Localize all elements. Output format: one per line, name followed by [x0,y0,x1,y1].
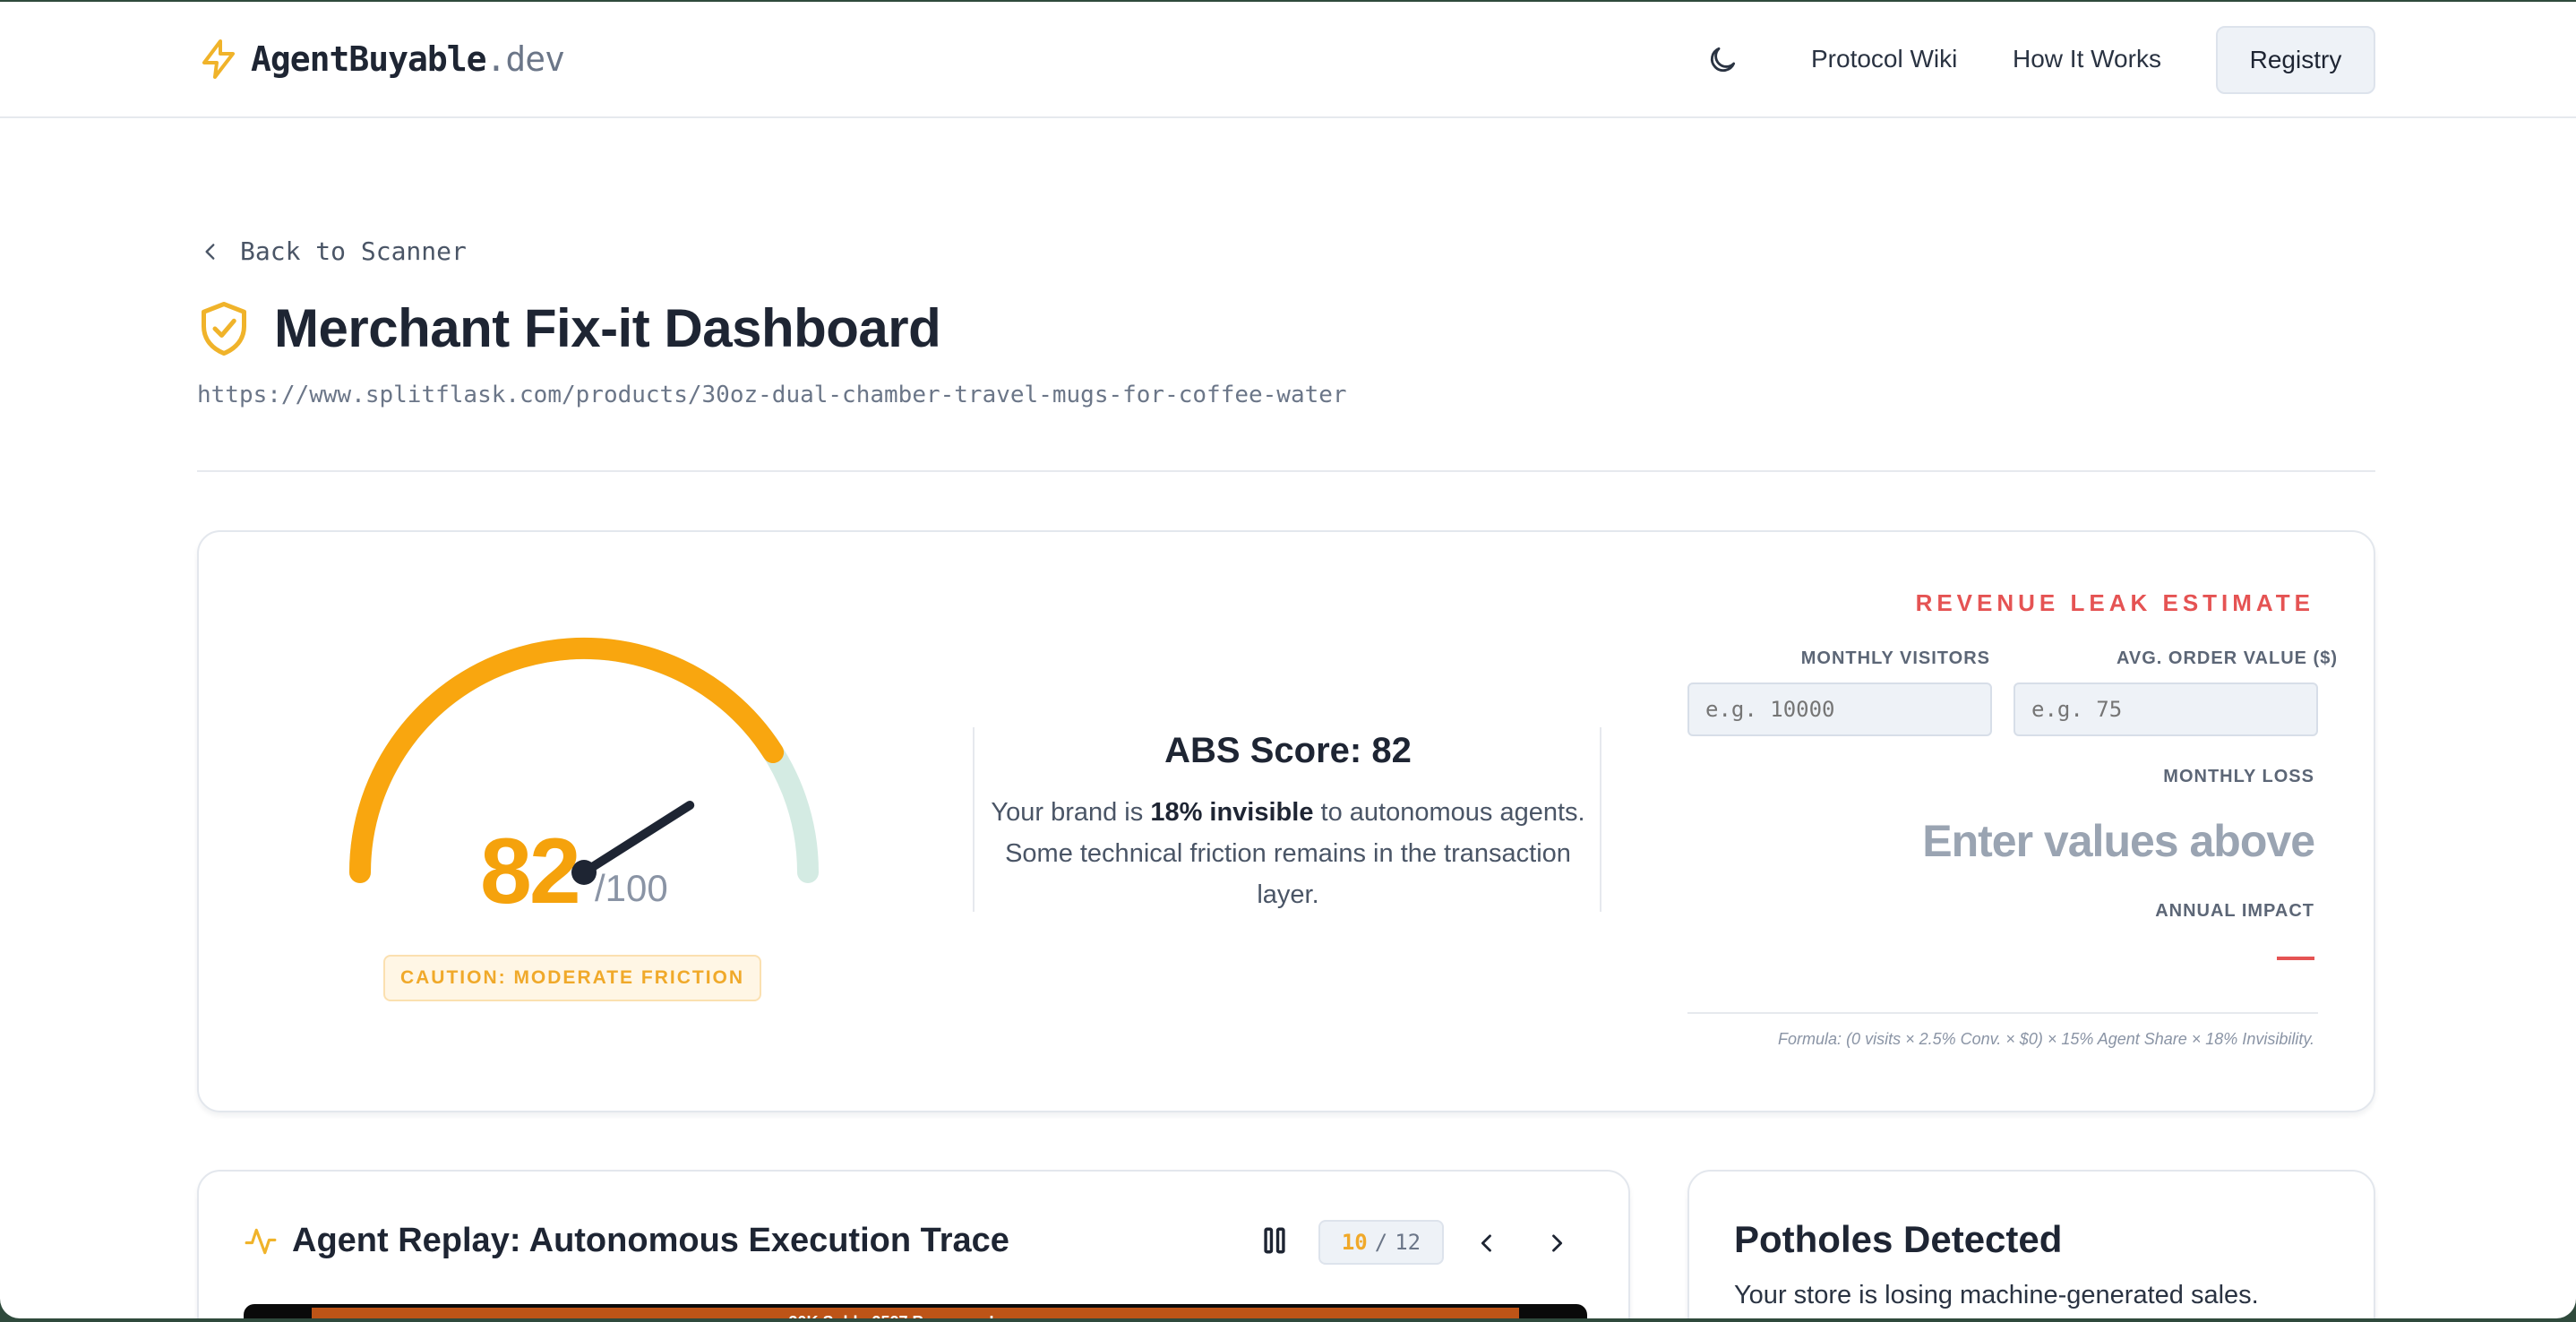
shield-check-icon [202,301,246,356]
monthly-visitors-input[interactable] [1687,682,1992,736]
formula-divider [1687,1012,2318,1014]
brand-tld: .dev [485,39,566,79]
activity-icon [245,1228,277,1254]
brand-name: AgentBuyable [251,39,487,79]
pause-icon[interactable] [1261,1225,1288,1256]
replay-title: Agent Replay: Autonomous Execution Trace [292,1222,1009,1259]
moon-icon[interactable] [1705,43,1739,77]
nav-link-protocol-wiki[interactable]: Protocol Wiki [1811,45,1957,73]
nav-link-how-it-works[interactable]: How It Works [2013,45,2161,73]
monthly-loss-value: Enter values above [1922,816,2315,866]
chevron-left-icon [205,243,215,260]
replay-header: Agent Replay: Autonomous Execution Trace [244,1222,1009,1260]
score-card: 82 /100 CAUTION: MODERATE FRICTION ABS S… [197,530,2375,1112]
brand-logo[interactable]: AgentBuyable .dev [197,36,566,82]
step-total: 12 [1395,1230,1421,1255]
gauge-needle [580,801,695,877]
chevron-right-icon[interactable] [1544,1231,1569,1256]
monthly-loss-label: MONTHLY LOSS [2163,767,2314,786]
page-title: Merchant Fix-it Dashboard [274,298,941,358]
score-value: 82 [480,820,581,923]
annual-impact-label: ANNUAL IMPACT [2155,901,2314,921]
potholes-card: Potholes Detected Your store is losing m… [1687,1170,2375,1318]
registry-button[interactable]: Registry [2216,26,2375,94]
step-current: 10 [1341,1230,1368,1255]
monthly-visitors-label: MONTHLY VISITORS [1800,648,1990,668]
formula-text: Formula: (0 visits × 2.5% Conv. × $0) × … [1778,1030,2314,1048]
step-separator: / [1374,1230,1388,1255]
avg-order-value-input[interactable] [2014,682,2318,736]
revenue-leak-title: REVENUE LEAK ESTIMATE [1915,589,2314,616]
section-divider [197,470,2375,472]
annual-impact-value [2277,957,2314,960]
back-to-scanner-link[interactable]: Back to Scanner [199,236,467,266]
page-heading: Merchant Fix-it Dashboard [197,297,941,359]
bolt-icon [202,39,235,79]
status-badge: CAUTION: MODERATE FRICTION [383,955,761,1001]
abs-score-title: ABS Score: 82 [1164,731,1412,770]
step-counter: 10 / 12 [1318,1220,1444,1265]
back-label: Back to Scanner [240,236,467,266]
avg-order-value-label: AVG. ORDER VALUE ($) [2116,648,2338,668]
abs-score-gauge [349,637,819,885]
top-navbar: AgentBuyable .dev Protocol Wiki How It Wo… [0,2,2576,118]
potholes-subtitle: Your store is losing machine-generated s… [1734,1281,2259,1309]
gauge-track [349,638,819,883]
score-max: /100 [595,867,668,909]
app-window: AgentBuyable .dev Protocol Wiki How It Wo… [0,2,2576,1318]
agent-replay-card: Agent Replay: Autonomous Execution Trace… [197,1170,1630,1318]
replay-frame-banner: 30K Sold · 2527 Beverage Lovers [312,1308,1519,1318]
chevron-left-icon[interactable] [1474,1231,1499,1256]
product-url: https://www.splitflask.com/products/30oz… [197,382,1347,408]
abs-score-description: Your brand is 18% invisible to autonomou… [975,792,1601,915]
potholes-title: Potholes Detected [1734,1218,2063,1260]
replay-screenshot-frame: 30K Sold · 2527 Beverage Lovers [244,1304,1587,1318]
abs-text-highlight: 18% invisible [1150,798,1314,827]
abs-text-start: Your brand is [991,798,1151,827]
